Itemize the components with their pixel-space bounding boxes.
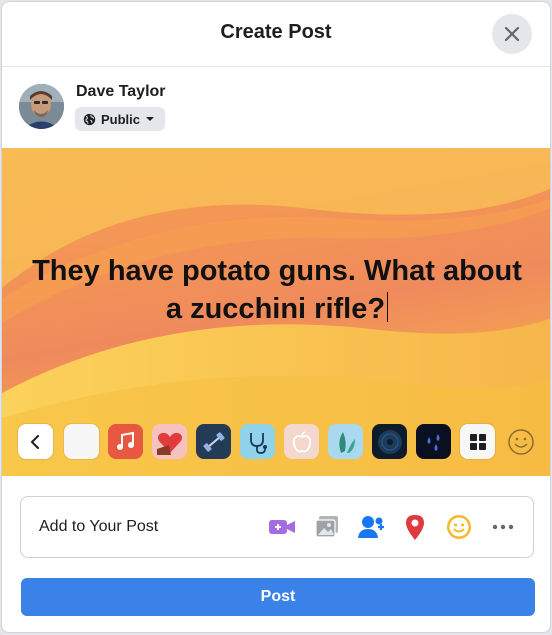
dumbbell-swatch[interactable] [196,424,231,459]
vinyl-record-icon [377,429,402,454]
more-dots-icon [492,524,514,530]
privacy-label: Public [101,111,141,127]
caret-down-icon [146,117,155,121]
tag-people-icon [358,516,384,538]
apple-icon [292,430,311,452]
leaf-icon [338,431,355,453]
close-button[interactable] [492,14,532,54]
dialog-title: Create Post [220,21,332,43]
heart-swatch[interactable] [152,424,187,459]
more-swatch[interactable] [460,424,495,459]
stethoscope-icon [249,432,267,454]
leaf-swatch[interactable] [328,424,363,459]
video-camera-icon [269,520,295,534]
location-pin-icon [406,515,424,540]
emoji-button[interactable] [506,427,536,457]
music-note-icon [116,431,134,450]
raindrops-icon [427,433,439,451]
chevron-left-icon [30,434,39,449]
add-to-post-label: Add to Your Post [39,518,159,535]
vinyl-swatch[interactable] [372,424,407,459]
close-icon [504,26,520,42]
tag-people-button[interactable] [357,512,387,542]
music-swatch[interactable] [108,424,143,459]
stethoscope-swatch[interactable] [240,424,275,459]
photo-button[interactable] [312,512,342,542]
dumbbell-icon [202,431,225,452]
post-button[interactable]: Post [21,578,535,616]
background-picker [18,424,548,460]
photo-icon [315,516,338,538]
back-arrow-swatch[interactable] [18,424,53,459]
author-name: Dave Taylor [76,83,166,100]
live-video-button[interactable] [267,512,297,542]
feeling-button[interactable] [444,512,474,542]
privacy-selector[interactable]: Public [75,107,166,131]
avatar [19,84,64,129]
heart-icon [156,432,182,455]
dialog-header: Create Post [2,2,550,67]
smiley-icon [508,429,534,455]
globe-icon [83,113,96,125]
plain-white-swatch[interactable] [64,424,99,459]
post-background-canvas[interactable]: They have potato guns. What about a zucc… [2,148,550,476]
add-to-post-bar: Add to Your Post [20,496,534,558]
rain-swatch[interactable] [416,424,451,459]
text-cursor [387,292,389,322]
apple-swatch[interactable] [284,424,319,459]
check-in-button[interactable] [400,512,430,542]
post-text-editor[interactable]: They have potato guns. What about a zucc… [22,252,532,328]
feeling-smiley-icon [447,515,471,539]
author-row: Dave Taylor Public [2,67,550,149]
post-text: They have potato guns. What about a zucc… [32,255,522,325]
create-post-dialog: Create Post Dave Taylor Public They have… [1,1,551,633]
more-options-button[interactable] [488,512,518,542]
grid-icon [469,433,486,450]
